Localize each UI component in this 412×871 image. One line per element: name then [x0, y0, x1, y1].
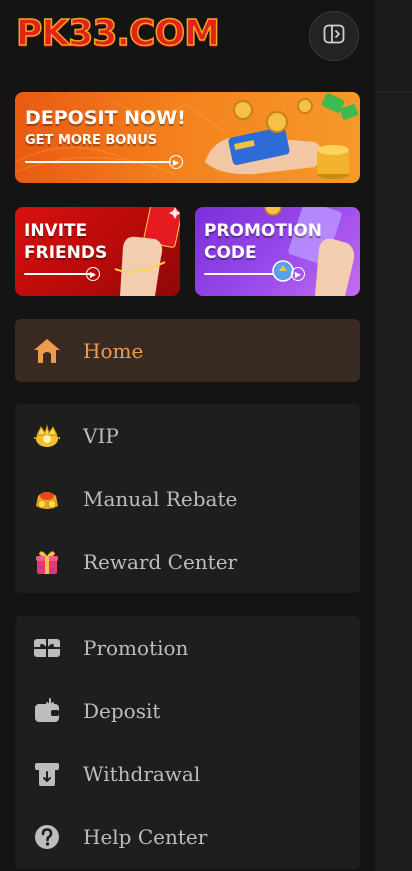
nav-withdrawal-label: Withdrawal [83, 761, 201, 786]
rebate-coins-icon [31, 483, 63, 515]
gift-box-icon [31, 546, 63, 578]
nav-deposit-label: Deposit [83, 698, 161, 723]
nav-group-rewards: VIP Manual Rebate Reward Center [15, 404, 360, 593]
deposit-arrow-icon: ▶ [169, 155, 183, 169]
promotion-code-banner[interactable]: PROMOTION CODE ▶ [195, 207, 360, 296]
nav-group-account: Promotion Deposit Withdrawal Help Center [15, 616, 360, 869]
nav-item-vip[interactable]: VIP [15, 404, 360, 467]
help-question-icon [31, 821, 63, 853]
side-drawer: PK33.COM DEPOSIT NOW! GET MORE BONUS ▶ I… [0, 0, 375, 871]
nav-vip-label: VIP [83, 423, 119, 448]
nav-help-center-label: Help Center [83, 824, 208, 849]
invite-friends-banner[interactable]: INVITE FRIENDS ▶ [15, 207, 180, 296]
brand-logo[interactable]: PK33.COM [15, 12, 220, 55]
nav-home-label: Home [83, 338, 144, 363]
nav-item-deposit[interactable]: Deposit [15, 679, 360, 742]
invite-banner-line1: INVITE [24, 221, 88, 241]
nav-promotion-label: Promotion [83, 635, 189, 660]
nav-item-promotion[interactable]: Promotion [15, 616, 360, 679]
nav-manual-rebate-label: Manual Rebate [83, 486, 238, 511]
nav-item-withdrawal[interactable]: Withdrawal [15, 742, 360, 805]
hand-with-card-illustration [205, 127, 323, 175]
vip-crown-icon [31, 420, 63, 452]
sidebar-collapse-button[interactable] [309, 11, 359, 61]
sidebar-toggle-icon [323, 24, 345, 48]
deposit-banner-subtitle: GET MORE BONUS [25, 133, 158, 148]
promotion-ticket-icon [31, 632, 63, 664]
invite-banner-underline [24, 273, 94, 275]
nav-item-help-center[interactable]: Help Center [15, 805, 360, 868]
invite-banner-line2: FRIENDS [24, 243, 108, 263]
invite-arrow-icon: ▶ [86, 267, 100, 281]
wallet-icon [31, 695, 63, 727]
nav-item-manual-rebate[interactable]: Manual Rebate [15, 467, 360, 530]
nav-reward-center-label: Reward Center [83, 549, 238, 574]
page-topbar [375, 0, 412, 92]
promo-banner-underline [204, 273, 274, 275]
nav-item-home[interactable]: Home [15, 319, 360, 382]
home-icon [31, 335, 63, 367]
deposit-banner-underline [25, 161, 171, 163]
hand-with-envelope-illustration [114, 207, 180, 296]
nav-item-reward-center[interactable]: Reward Center [15, 530, 360, 593]
promo-arrow-icon: ▶ [291, 267, 305, 281]
deposit-banner[interactable]: DEPOSIT NOW! GET MORE BONUS ▶ [15, 92, 360, 183]
page-background-strip [375, 0, 412, 871]
deposit-banner-title: DEPOSIT NOW! [25, 107, 186, 129]
withdrawal-icon [31, 758, 63, 790]
promo-banner-line2: CODE [204, 243, 257, 263]
promo-banner-line1: PROMOTION [204, 221, 322, 241]
